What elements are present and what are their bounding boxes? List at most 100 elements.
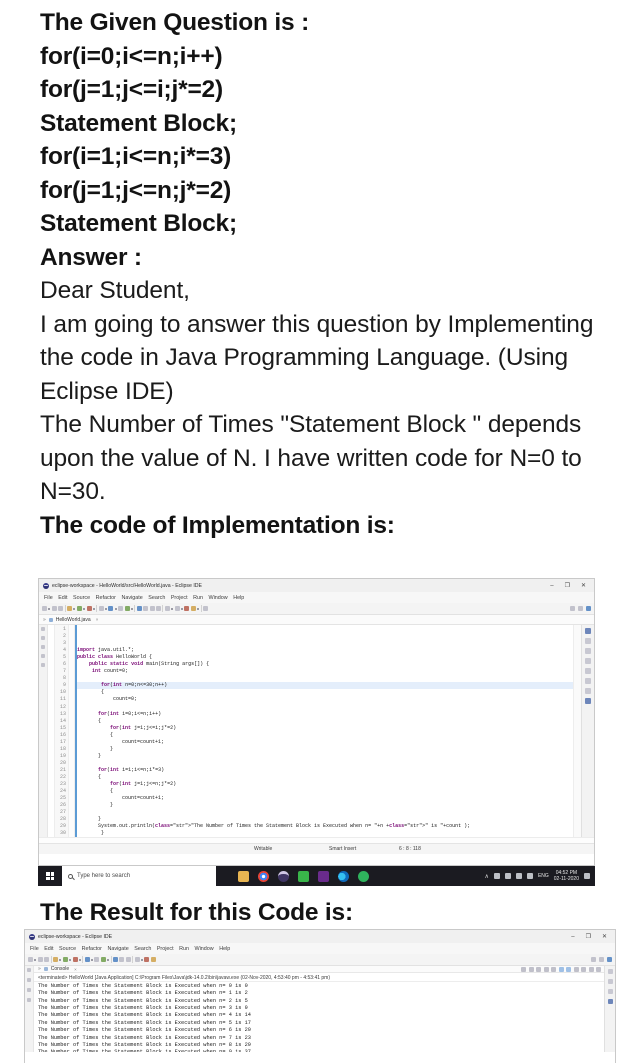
console-right-rail[interactable]	[604, 966, 615, 1052]
hierarchy-icon[interactable]	[27, 988, 31, 992]
menu-item-help[interactable]: Help	[219, 946, 230, 952]
chrome-icon[interactable]	[258, 870, 269, 882]
eclipse-editor-window[interactable]: eclipse-workspace - HelloWorld/src/Hello…	[38, 578, 595, 866]
prev-annotation-icon[interactable]	[125, 957, 131, 962]
quick-access-search-icon[interactable]	[570, 606, 575, 611]
windows-taskbar[interactable]: Type here to search ∧ ENG 04:52 PM 02-11…	[38, 866, 595, 886]
menu-item-file[interactable]: File	[30, 946, 39, 952]
open-perspective-icon[interactable]	[578, 606, 583, 611]
language-indicator[interactable]: ENG	[538, 873, 549, 879]
chevron-down-icon[interactable]	[107, 958, 110, 961]
open-console-icon[interactable]	[581, 966, 586, 972]
code-line[interactable]: }	[75, 753, 573, 760]
console-left-rail[interactable]	[25, 966, 34, 1052]
code-line[interactable]: for(int n=0;n<=30;n++)	[75, 682, 573, 690]
editor-tabrow[interactable]: » HelloWorld.java ×	[39, 615, 594, 625]
quick-access-search-icon[interactable]	[591, 957, 596, 962]
tab-close-icon[interactable]: ×	[74, 967, 77, 972]
cloud-icon[interactable]	[493, 873, 500, 879]
chevron-down-icon[interactable]	[78, 958, 81, 961]
annotation-ruler[interactable]	[48, 625, 55, 837]
minimize-button[interactable]: –	[550, 583, 553, 589]
run-icon[interactable]	[62, 957, 68, 962]
menu-item-window[interactable]: Window	[209, 595, 228, 601]
code-line[interactable]: {	[75, 788, 573, 795]
code-line[interactable]	[75, 704, 573, 711]
console-output[interactable]: The Number of Times the Statement Block …	[34, 982, 604, 1052]
chevron-down-icon[interactable]	[34, 958, 37, 961]
show-hidden-icons-icon[interactable]: ∧	[485, 873, 489, 880]
chevron-down-icon[interactable]	[197, 607, 200, 610]
check-icon[interactable]	[100, 957, 106, 962]
taskbar-clock[interactable]: 04:52 PM 02-11-2020	[554, 870, 579, 883]
chevron-down-icon[interactable]	[114, 607, 117, 610]
back-icon[interactable]	[134, 957, 140, 962]
menu-item-file[interactable]: File	[44, 595, 53, 601]
task-list-icon[interactable]	[607, 989, 613, 994]
maximize-view-icon[interactable]	[596, 966, 601, 972]
close-button[interactable]: ✕	[602, 934, 607, 940]
code-line[interactable]: }	[75, 816, 573, 823]
hierarchy-icon[interactable]	[41, 645, 45, 649]
code-line[interactable]: count=0;	[75, 696, 573, 703]
search-toolbar-icon[interactable]	[136, 606, 142, 611]
maximize-button[interactable]: ❐	[586, 934, 591, 940]
outline-toggle-icon[interactable]	[41, 627, 45, 631]
coverage-icon[interactable]	[98, 606, 104, 611]
chevron-down-icon[interactable]	[73, 607, 76, 610]
check-icon[interactable]	[124, 606, 130, 611]
code-line[interactable]: }	[75, 802, 573, 809]
chevron-right-icon[interactable]: »	[43, 617, 46, 623]
menu-item-run[interactable]: Run	[193, 595, 203, 601]
action-center-icon[interactable]	[584, 873, 590, 879]
java-perspective-icon[interactable]	[607, 957, 612, 962]
code-line[interactable]: {	[75, 718, 573, 725]
editor-menubar[interactable]: File Edit Source Refactor Navigate Searc…	[39, 592, 594, 603]
battery-icon[interactable]	[526, 873, 533, 879]
back-icon[interactable]	[164, 606, 170, 611]
pin-icon[interactable]	[184, 606, 190, 611]
editor-toolbar[interactable]	[39, 603, 594, 615]
console-menubar[interactable]: File Edit Source Refactor Navigate Searc…	[25, 943, 615, 954]
remove-launch-icon[interactable]	[528, 966, 534, 972]
snippets-icon[interactable]	[585, 668, 591, 674]
open-perspective-icon[interactable]	[599, 957, 604, 962]
code-line[interactable]	[75, 675, 573, 682]
chevron-right-icon[interactable]: »	[38, 966, 41, 972]
menu-item-edit[interactable]: Edit	[44, 946, 53, 952]
menu-item-window[interactable]: Window	[195, 946, 214, 952]
chevron-down-icon[interactable]	[83, 607, 86, 610]
menu-item-navigate[interactable]: Navigate	[107, 946, 128, 952]
code-line[interactable]: count=count+1;	[75, 739, 573, 746]
task-list-icon[interactable]	[585, 648, 591, 654]
save-icon[interactable]	[51, 606, 57, 611]
minimize-button[interactable]: –	[571, 934, 574, 940]
menu-item-refactor[interactable]: Refactor	[82, 946, 102, 952]
external-tools-icon[interactable]	[84, 957, 90, 962]
templates-icon[interactable]	[585, 658, 591, 664]
console-main[interactable]: » Console × <terminated> HelloWorld [Jav…	[34, 966, 604, 1052]
scroll-lock-icon[interactable]	[551, 966, 556, 972]
menu-item-edit[interactable]: Edit	[58, 595, 67, 601]
menu-item-project[interactable]: Project	[171, 595, 188, 601]
code-line[interactable]: {	[75, 774, 573, 781]
chevron-down-icon[interactable]	[59, 958, 62, 961]
code-line[interactable]: {	[75, 689, 573, 696]
eclipse-taskbar-icon[interactable]	[278, 870, 289, 882]
code-line[interactable]: }	[75, 830, 573, 837]
menu-item-search[interactable]: Search	[134, 946, 151, 952]
system-tray[interactable]: ∧ ENG 04:52 PM 02-11-2020	[485, 870, 595, 883]
editor-overview-ruler[interactable]	[573, 625, 581, 837]
chevron-down-icon[interactable]	[69, 958, 72, 961]
menu-item-help[interactable]: Help	[233, 595, 244, 601]
print-icon[interactable]	[58, 606, 64, 611]
toggle-icon[interactable]	[202, 606, 208, 611]
console-toolbar[interactable]	[25, 954, 615, 966]
code-text[interactable]: import java.util.*; public class HelloWor…	[75, 625, 573, 837]
file-explorer-icon[interactable]	[238, 870, 249, 882]
menu-item-source[interactable]: Source	[73, 595, 90, 601]
next-annotation-icon[interactable]	[119, 957, 125, 962]
outline-view-icon[interactable]	[585, 638, 591, 644]
clear-console-icon[interactable]	[543, 966, 549, 972]
maximize-button[interactable]: ❐	[565, 583, 570, 589]
